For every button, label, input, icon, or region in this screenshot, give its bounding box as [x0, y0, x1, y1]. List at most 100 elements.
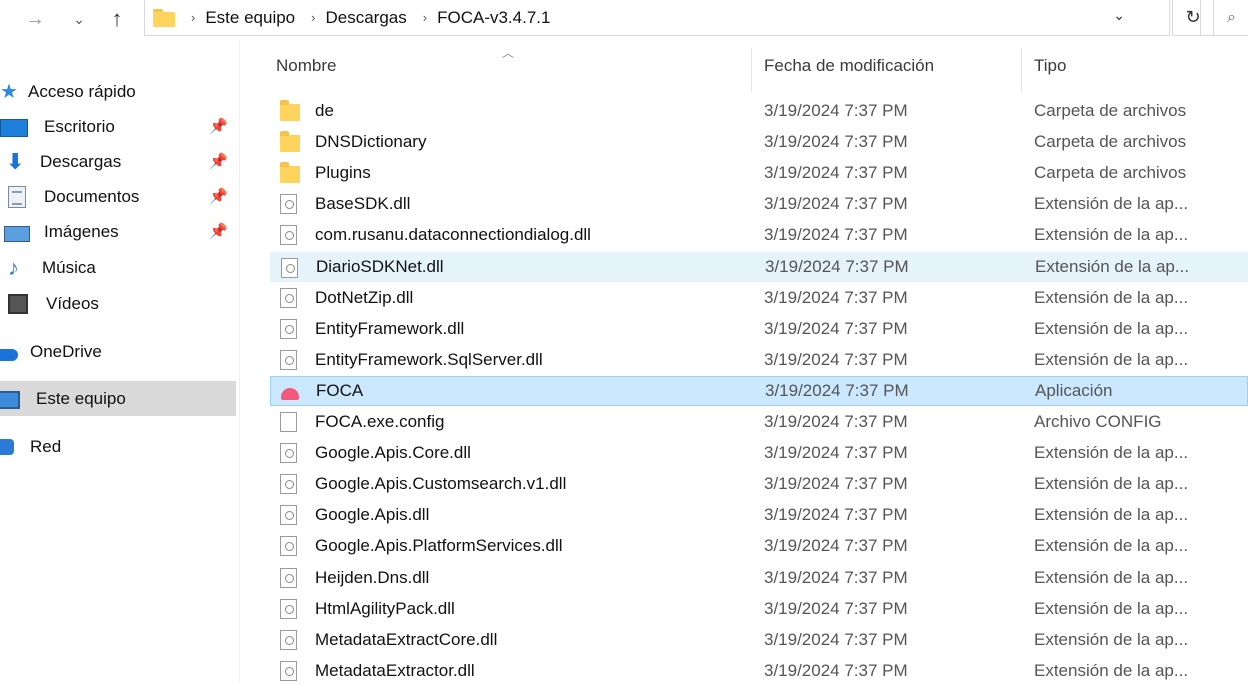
file-type: Carpeta de archivos — [1034, 101, 1187, 120]
dll-file-icon — [280, 660, 297, 681]
column-divider[interactable] — [1021, 48, 1022, 92]
folder-icon — [280, 162, 300, 184]
dll-file-icon — [280, 443, 297, 464]
file-row[interactable]: DNSDictionary 3/19/2024 7:37 PM Carpeta de… — [270, 127, 1248, 157]
dll-file-icon — [280, 629, 297, 650]
file-date-modified: 3/19/2024 7:37 PM — [764, 194, 908, 214]
breadcrumb-separator-icon[interactable]: › — [311, 10, 315, 25]
file-name: DiarioSDKNet.dll — [316, 256, 444, 276]
address-history-chevron-icon[interactable]: ⌄ — [1113, 7, 1125, 24]
file-type: Carpeta de archivos — [1034, 132, 1187, 152]
sidebar-item-red[interactable]: Red — [0, 429, 236, 464]
file-row[interactable]: Google.Apis.Core.dll 3/19/2024 7:37 PM Ext… — [270, 438, 1248, 468]
pin-icon[interactable]: 📌 — [209, 187, 228, 205]
dll-file-icon — [280, 194, 297, 215]
file-row[interactable]: EntityFramework.SqlServer.dll 3/19/2024 7… — [270, 345, 1248, 375]
sidebar-item-escritorio[interactable]: Escritorio 📌 — [0, 109, 236, 144]
navigation-bar: → ⌄ ↑ › Este equipo › Descargas › FOCA-v… — [0, 0, 1248, 40]
search-icon: ⌕ — [1227, 9, 1236, 26]
breadcrumb-este-equipo[interactable]: Este equipo — [205, 8, 295, 28]
file-row[interactable]: EntityFramework.dll 3/19/2024 7:37 PM Exte… — [270, 314, 1248, 344]
file-row[interactable]: MetadataExtractCore.dll 3/19/2024 7:37 PM… — [270, 625, 1248, 655]
file-row[interactable]: FOCA 3/19/2024 7:37 PM Aplicación — [270, 375, 1248, 406]
pin-icon[interactable]: 📌 — [209, 152, 228, 170]
dll-file-icon — [280, 225, 297, 246]
sidebar-item-label: Acceso rápido — [28, 81, 136, 101]
search-box[interactable]: ⌕ — [1200, 0, 1248, 36]
file-row[interactable]: HtmlAgilityPack.dll 3/19/2024 7:37 PM Exte… — [270, 594, 1248, 624]
sidebar-item-label: Escritorio — [44, 116, 115, 136]
file-row[interactable]: MetadataExtractor.dll 3/19/2024 7:37 PM Ex… — [270, 656, 1248, 686]
file-name: DNSDictionary — [315, 132, 427, 152]
sidebar-item-descargas[interactable]: ⬇ Descargas 📌 — [0, 144, 236, 179]
file-date-modified: 3/19/2024 7:37 PM — [764, 412, 908, 431]
file-type: Carpeta de archivos — [1034, 163, 1187, 183]
folder-icon — [153, 8, 175, 27]
file-name: Google.Apis.dll — [315, 505, 430, 525]
recent-locations-chevron-icon[interactable]: ⌄ — [68, 4, 90, 34]
file-type: Extensión de la ap... — [1034, 474, 1189, 494]
breadcrumb-descargas[interactable]: Descargas — [325, 8, 406, 28]
column-header-name[interactable]: Nombre — [276, 56, 336, 76]
file-date-modified: 3/19/2024 7:37 PM — [764, 101, 908, 120]
file-row[interactable]: Heijden.Dns.dll 3/19/2024 7:37 PM Extensió… — [270, 563, 1248, 593]
breadcrumb-separator-icon[interactable]: › — [191, 10, 195, 25]
back-arrow-icon[interactable]: → — [22, 4, 48, 34]
file-name: FOCA — [316, 380, 364, 400]
column-header-date[interactable]: Fecha de modificación — [764, 56, 934, 76]
file-row[interactable]: de 3/19/2024 7:37 PM Carpeta de archivos — [270, 96, 1248, 126]
pictures-icon — [4, 225, 30, 242]
dll-file-icon — [280, 349, 297, 370]
file-date-modified: 3/19/2024 7:37 PM — [764, 318, 908, 338]
sort-ascending-icon: ︿ — [502, 46, 515, 60]
sidebar-item-acceso-rapido[interactable]: ★ Acceso rápido — [0, 74, 236, 109]
sidebar-item-este-equipo[interactable]: Este equipo — [0, 381, 236, 416]
sidebar-item-label: OneDrive — [30, 341, 102, 361]
file-name: de — [315, 101, 334, 120]
breadcrumb-foca-folder[interactable]: FOCA-v3.4.7.1 — [437, 8, 550, 28]
file-row[interactable]: Plugins 3/19/2024 7:37 PM Carpeta de archi… — [270, 158, 1248, 188]
desktop-icon — [0, 119, 28, 137]
sidebar-item-label: Este equipo — [36, 388, 126, 408]
up-arrow-icon[interactable]: ↑ — [104, 4, 130, 34]
sidebar-item-documentos[interactable]: Documentos 📌 — [0, 179, 236, 214]
file-date-modified: 3/19/2024 7:37 PM — [765, 380, 909, 400]
sidebar-item-label: Descargas — [40, 151, 122, 171]
file-row[interactable]: DiarioSDKNet.dll 3/19/2024 7:37 PM Extensi… — [270, 251, 1248, 282]
file-row[interactable]: FOCA.exe.config 3/19/2024 7:37 PM Archivo … — [270, 407, 1248, 437]
address-bar[interactable]: › Este equipo › Descargas › FOCA-v3.4.7.… — [144, 0, 1170, 36]
sidebar-item-label: Vídeos — [46, 293, 99, 313]
file-date-modified: 3/19/2024 7:37 PM — [764, 598, 908, 618]
file-row[interactable]: Google.Apis.PlatformServices.dll 3/19/202… — [270, 531, 1248, 561]
pin-icon[interactable]: 📌 — [209, 117, 228, 135]
file-row[interactable]: Google.Apis.dll 3/19/2024 7:37 PM Extensió… — [270, 500, 1248, 530]
file-type: Extensión de la ap... — [1034, 194, 1189, 214]
file-name: HtmlAgilityPack.dll — [315, 598, 455, 618]
column-divider[interactable] — [751, 48, 752, 92]
file-row[interactable]: DotNetZip.dll 3/19/2024 7:37 PM Extensión … — [270, 283, 1248, 313]
folder-icon — [280, 131, 300, 153]
file-row[interactable]: Google.Apis.Customsearch.v1.dll 3/19/2024… — [270, 469, 1248, 499]
file-type: Extensión de la ap... — [1034, 660, 1189, 680]
file-name: Heijden.Dns.dll — [315, 567, 430, 587]
file-date-modified: 3/19/2024 7:37 PM — [764, 349, 908, 369]
breadcrumb-separator-icon[interactable]: › — [423, 10, 427, 25]
pin-icon[interactable]: 📌 — [209, 222, 228, 240]
file-row[interactable]: com.rusanu.dataconnectiondialog.dll 3/19/… — [270, 220, 1248, 250]
sidebar-item-videos[interactable]: Vídeos — [0, 286, 236, 321]
dll-file-icon — [280, 598, 297, 619]
sidebar-item-label: Red — [30, 436, 62, 456]
foca-app-icon — [281, 387, 299, 400]
music-icon: ♪ — [8, 254, 19, 280]
file-date-modified: 3/19/2024 7:37 PM — [764, 660, 908, 680]
file-row[interactable]: BaseSDK.dll 3/19/2024 7:37 PM Extensión de… — [270, 189, 1248, 219]
column-header-type[interactable]: Tipo — [1034, 56, 1066, 76]
file-type: Extensión de la ap... — [1034, 536, 1189, 556]
quick-access-star-icon: ★ — [0, 80, 18, 103]
sidebar-item-imagenes[interactable]: Imágenes 📌 — [0, 214, 236, 249]
dll-file-icon — [280, 567, 297, 588]
sidebar-item-onedrive[interactable]: OneDrive — [0, 334, 236, 369]
sidebar-item-musica[interactable]: ♪ Música — [0, 250, 236, 285]
file-type: Extensión de la ap... — [1034, 225, 1189, 245]
dll-file-icon — [280, 287, 297, 308]
